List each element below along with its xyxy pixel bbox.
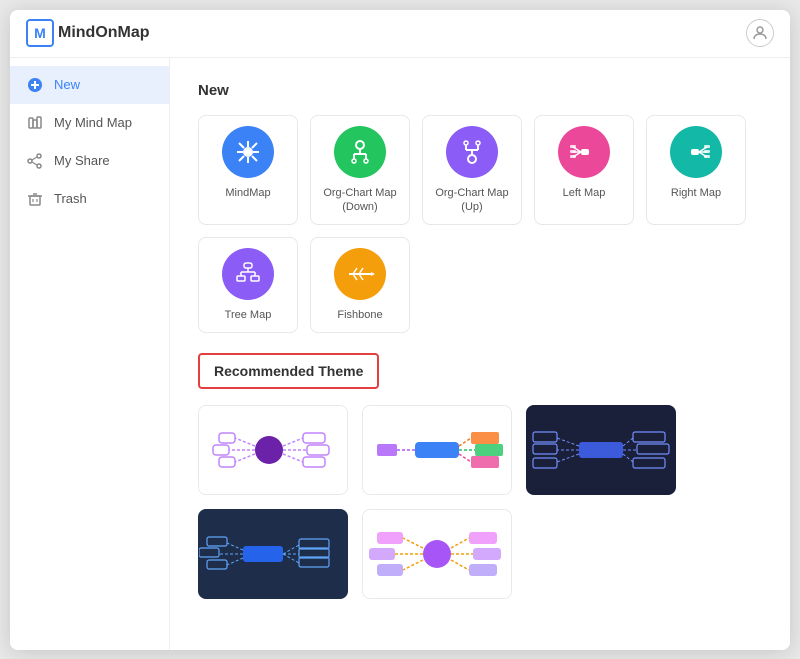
app-window: M MindOnMap New: [10, 10, 790, 650]
share-icon: [26, 152, 44, 170]
new-section-title: New: [198, 82, 762, 99]
trash-icon: [26, 190, 44, 208]
map-icon: [26, 114, 44, 132]
sidebar-item-trash[interactable]: Trash: [10, 180, 169, 218]
tree-map-label: Tree Map: [225, 308, 272, 322]
theme-card-4[interactable]: [198, 509, 348, 599]
mindmap-icon: [222, 126, 274, 178]
left-map-label: Left Map: [563, 186, 606, 200]
user-avatar-button[interactable]: [746, 19, 774, 47]
theme-grid: [198, 405, 762, 599]
fishbone-icon: [334, 248, 386, 300]
main-content: New: [170, 58, 790, 650]
sidebar-item-trash-label: Trash: [54, 191, 87, 206]
theme-card-1[interactable]: [198, 405, 348, 495]
right-map-icon: [670, 126, 722, 178]
left-map-icon: [558, 126, 610, 178]
map-card-org-chart-up[interactable]: Org-Chart Map (Up): [422, 115, 522, 226]
plus-circle-icon: [26, 76, 44, 94]
sidebar-item-new[interactable]: New: [10, 66, 169, 104]
theme-card-2[interactable]: [362, 405, 512, 495]
fishbone-label: Fishbone: [337, 308, 382, 322]
sidebar-item-my-mind-map[interactable]: My Mind Map: [10, 104, 169, 142]
map-card-org-chart-down[interactable]: Org-Chart Map (Down): [310, 115, 410, 226]
tree-map-icon: [222, 248, 274, 300]
theme-card-5[interactable]: [362, 509, 512, 599]
map-type-grid: MindMap Or: [198, 115, 762, 334]
logo: M MindOnMap: [26, 19, 150, 47]
sidebar-item-my-share-label: My Share: [54, 153, 110, 168]
app-title: MindOnMap: [58, 24, 150, 42]
org-chart-up-icon: [446, 126, 498, 178]
right-map-label: Right Map: [671, 186, 721, 200]
titlebar: M MindOnMap: [10, 10, 790, 58]
recommended-theme-box: Recommended Theme: [198, 353, 379, 389]
sidebar: New My Mind Map: [10, 58, 170, 650]
org-chart-down-label: Org-Chart Map (Down): [319, 186, 401, 215]
sidebar-item-new-label: New: [54, 77, 80, 92]
org-chart-down-icon: [334, 126, 386, 178]
main-layout: New My Mind Map: [10, 58, 790, 650]
logo-icon: M: [26, 19, 54, 47]
theme-card-3[interactable]: [526, 405, 676, 495]
map-card-left-map[interactable]: Left Map: [534, 115, 634, 226]
map-card-tree-map[interactable]: Tree Map: [198, 237, 298, 333]
mindmap-label: MindMap: [225, 186, 270, 200]
map-card-mindmap[interactable]: MindMap: [198, 115, 298, 226]
sidebar-item-my-mind-map-label: My Mind Map: [54, 115, 132, 130]
map-card-right-map[interactable]: Right Map: [646, 115, 746, 226]
map-card-fishbone[interactable]: Fishbone: [310, 237, 410, 333]
org-chart-up-label: Org-Chart Map (Up): [431, 186, 513, 215]
recommended-theme-title: Recommended Theme: [214, 363, 363, 379]
sidebar-item-my-share[interactable]: My Share: [10, 142, 169, 180]
